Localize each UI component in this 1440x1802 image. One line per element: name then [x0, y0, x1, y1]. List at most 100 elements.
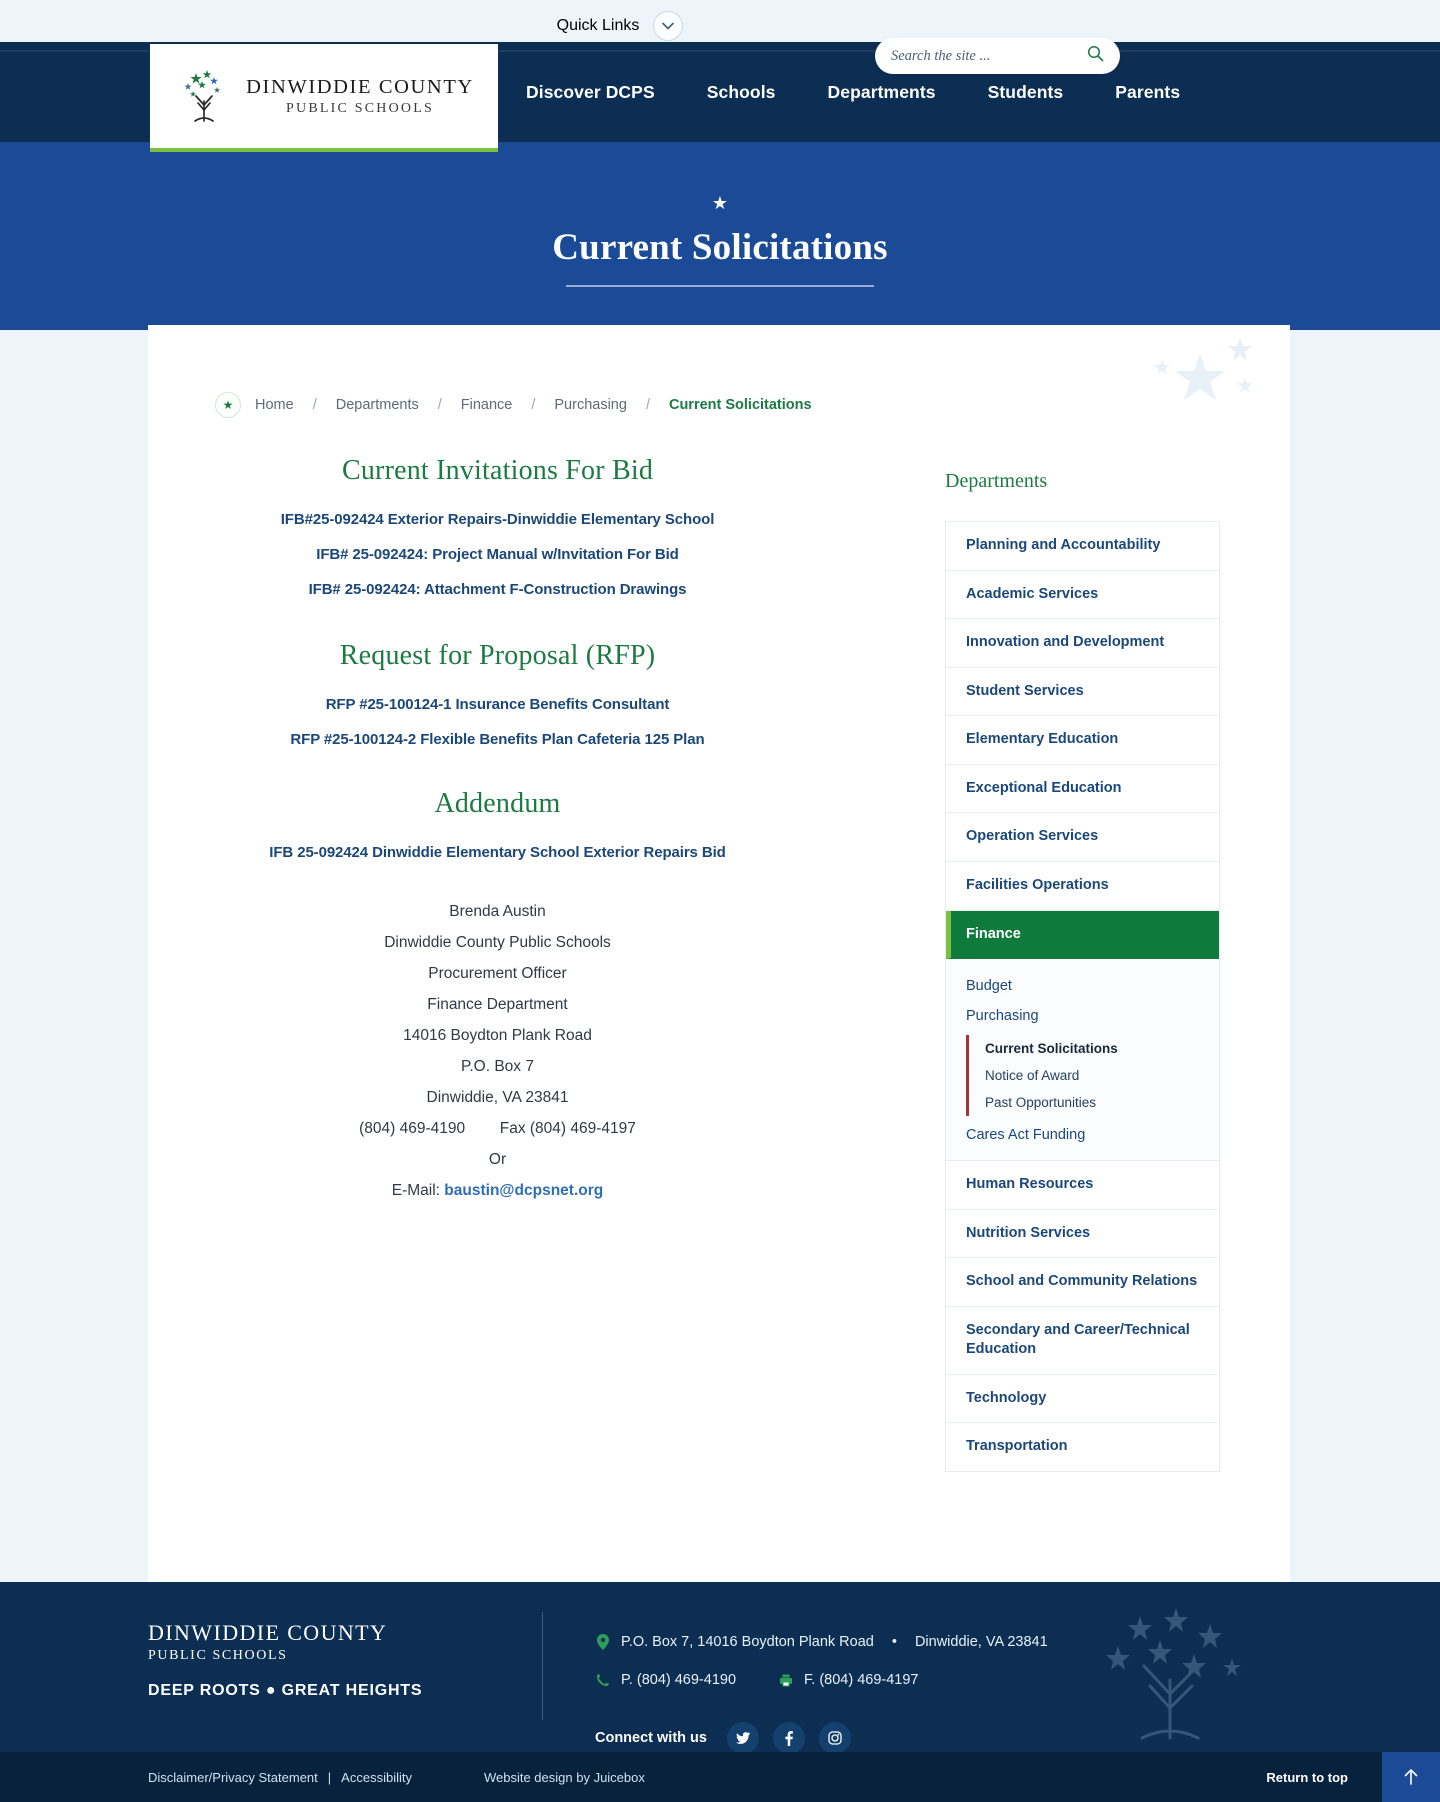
sidebar-heading: Departments — [945, 470, 1048, 492]
contact-po-box: P.O. Box 7 — [461, 1058, 534, 1075]
sidebar-item-human-resources[interactable]: Human Resources — [946, 1161, 1219, 1210]
contact-city-state-zip: Dinwiddie, VA 23841 — [426, 1089, 569, 1106]
contact-department: Finance Department — [427, 996, 568, 1013]
sidebar-item-facilities-operations[interactable]: Facilities Operations — [946, 862, 1219, 911]
disclaimer-link[interactable]: Disclaimer/Privacy Statement — [148, 1770, 318, 1785]
footer-address: P.O. Box 7, 14016 Boydton Plank Road — [621, 1634, 874, 1650]
search-input[interactable] — [891, 47, 1087, 65]
nav-item-parents[interactable]: Parents — [1089, 82, 1206, 103]
breadcrumb-item-home[interactable]: Home — [255, 397, 294, 413]
sidebar-item-technology[interactable]: Technology — [946, 1375, 1219, 1424]
document-link[interactable]: RFP #25-100124-1 Insurance Benefits Cons… — [215, 696, 780, 713]
star-icon: ★ — [711, 193, 729, 213]
arrow-up-icon[interactable] — [1382, 1752, 1440, 1802]
logo-line-2: PUBLIC SCHOOLS — [286, 100, 434, 116]
footer-divider — [542, 1612, 543, 1720]
page-title: Current Solicitations — [552, 227, 888, 268]
decorative-stars — [1100, 325, 1260, 425]
breadcrumb-current: Current Solicitations — [668, 397, 812, 413]
logo-line-1: DINWIDDIE COUNTY — [246, 75, 474, 98]
hero-banner: ★ Current Solicitations — [0, 164, 1440, 330]
footer-credit[interactable]: Website design by Juicebox — [484, 1770, 645, 1785]
instagram-icon[interactable] — [818, 1722, 851, 1754]
contact-email-link[interactable]: baustin@dcpsnet.org — [444, 1182, 603, 1199]
sidebar-subitem-current-solicitations[interactable]: Current Solicitations — [985, 1035, 1219, 1062]
sidebar-item-transportation[interactable]: Transportation — [946, 1423, 1219, 1472]
footer-phone-row: P. (804) 469-4190 F. (804) 469-4197 — [595, 1672, 1048, 1688]
footer-fax: F. (804) 469-4197 — [804, 1672, 919, 1688]
breadcrumb-item-departments[interactable]: Departments — [336, 397, 419, 413]
sidebar-item-secondary-and-career-technical-education[interactable]: Secondary and Career/Technical Education — [946, 1307, 1219, 1375]
document-link[interactable]: IFB#25-092424 Exterior Repairs-Dinwiddie… — [215, 511, 780, 528]
footer-address-row: P.O. Box 7, 14016 Boydton Plank Road • D… — [595, 1634, 1048, 1650]
search-box[interactable] — [875, 38, 1120, 74]
document-link[interactable]: IFB 25-092424 Dinwiddie Elementary Schoo… — [215, 844, 780, 861]
chevron-down-icon[interactable] — [653, 11, 684, 41]
sidebar-subitem-notice-of-award[interactable]: Notice of Award — [985, 1062, 1219, 1089]
quick-links[interactable]: Quick Links — [557, 11, 684, 41]
footer-contact: P.O. Box 7, 14016 Boydton Plank Road • D… — [595, 1634, 1048, 1710]
site-logo[interactable]: DINWIDDIE COUNTY PUBLIC SCHOOLS — [150, 44, 498, 152]
search-icon[interactable] — [1087, 45, 1104, 67]
sidebar-item-innovation-and-development[interactable]: Innovation and Development — [946, 619, 1219, 668]
breadcrumb-separator: / — [645, 397, 650, 413]
footer-social: Connect with us — [595, 1722, 851, 1754]
contact-phone: (804) 469-4190 — [359, 1120, 466, 1137]
sidebar-subitem-budget[interactable]: Budget — [946, 971, 1219, 1001]
section-title-rfp: Request for Proposal (RFP) — [339, 640, 656, 671]
fax-icon — [778, 1673, 794, 1687]
sidebar-item-elementary-education[interactable]: Elementary Education — [946, 716, 1219, 765]
contact-street: 14016 Boydton Plank Road — [403, 1027, 592, 1044]
hero-divider — [566, 285, 874, 287]
breadcrumb-separator: / — [312, 397, 317, 413]
breadcrumb-item-finance[interactable]: Finance — [461, 397, 513, 413]
footer-connect-label: Connect with us — [595, 1730, 707, 1746]
document-link[interactable]: RFP #25-100124-2 Flexible Benefits Plan … — [215, 731, 780, 748]
sidebar-subgroup-finance: Budget Purchasing Current Solicitations … — [946, 959, 1219, 1162]
footer-tagline: DEEP ROOTS ● GREAT HEIGHTS — [148, 1682, 423, 1699]
footer-address-city: Dinwiddie, VA 23841 — [914, 1634, 1048, 1650]
sidebar-subitem-past-opportunities[interactable]: Past Opportunities — [985, 1089, 1219, 1116]
document-link[interactable]: IFB# 25-092424: Project Manual w/Invitat… — [215, 546, 780, 563]
twitter-icon[interactable] — [726, 1722, 759, 1754]
contact-name: Brenda Austin — [449, 903, 546, 920]
sidebar-item-operation-services[interactable]: Operation Services — [946, 813, 1219, 862]
accessibility-link[interactable]: Accessibility — [341, 1770, 412, 1785]
footer-legal-links: Disclaimer/Privacy Statement | Accessibi… — [148, 1770, 412, 1785]
footer-logo-line-1: DINWIDDIE COUNTY — [148, 1620, 388, 1645]
page-root: Quick Links DINWIDDIE COUNTY PUBLIC SCHO… — [0, 0, 1440, 1802]
footer-tree-watermark — [1080, 1602, 1260, 1747]
sidebar-item-nutrition-services[interactable]: Nutrition Services — [946, 1210, 1219, 1259]
nav-item-departments[interactable]: Departments — [802, 82, 962, 103]
sidebar-item-planning-and-accountability[interactable]: Planning and Accountability — [946, 522, 1219, 571]
section-title-addendum: Addendum — [434, 788, 561, 819]
sidebar: Departments Planning and Accountability … — [945, 470, 1220, 1472]
sidebar-item-academic-services[interactable]: Academic Services — [946, 571, 1219, 620]
contact-email-row: E-Mail: baustin@dcpsnet.org — [215, 1182, 780, 1200]
sidebar-subitem-cares-act-funding[interactable]: Cares Act Funding — [946, 1120, 1219, 1150]
footer-logo: DINWIDDIE COUNTY PUBLIC SCHOOLS DEEP ROO… — [148, 1620, 422, 1700]
footer-link-divider: | — [327, 1769, 332, 1785]
document-link[interactable]: IFB# 25-092424: Attachment F-Constructio… — [215, 581, 780, 598]
sidebar-item-school-and-community-relations[interactable]: School and Community Relations — [946, 1258, 1219, 1307]
sidebar-item-student-services[interactable]: Student Services — [946, 668, 1219, 717]
sidebar-menu: Planning and Accountability Academic Ser… — [945, 521, 1220, 1472]
sidebar-subitem-purchasing[interactable]: Purchasing — [946, 1001, 1219, 1031]
nav-item-discover-dcps[interactable]: Discover DCPS — [500, 82, 681, 103]
footer-logo-line-2: PUBLIC SCHOOLS — [148, 1648, 288, 1663]
facebook-icon[interactable] — [772, 1722, 805, 1754]
footer-phone: P. (804) 469-4190 — [621, 1672, 737, 1688]
contact-role: Procurement Officer — [428, 965, 567, 982]
footer-address-separator: • — [891, 1634, 897, 1650]
breadcrumb-item-purchasing[interactable]: Purchasing — [554, 397, 627, 413]
contact-fax: Fax (804) 469-4197 — [499, 1120, 636, 1137]
nav-item-students[interactable]: Students — [962, 82, 1090, 103]
logo-wordmark: DINWIDDIE COUNTY PUBLIC SCHOOLS — [246, 76, 474, 117]
footer-bottom-bar: Disclaimer/Privacy Statement | Accessibi… — [0, 1752, 1440, 1802]
return-to-top-label[interactable]: Return to top — [1266, 1770, 1348, 1785]
sidebar-item-exceptional-education[interactable]: Exceptional Education — [946, 765, 1219, 814]
nav-item-schools[interactable]: Schools — [681, 82, 802, 103]
contact-email-label: E-Mail: — [391, 1182, 440, 1199]
breadcrumb: ★ Home / Departments / Finance / Purchas… — [215, 392, 812, 418]
sidebar-item-finance[interactable]: Finance — [946, 910, 1219, 960]
